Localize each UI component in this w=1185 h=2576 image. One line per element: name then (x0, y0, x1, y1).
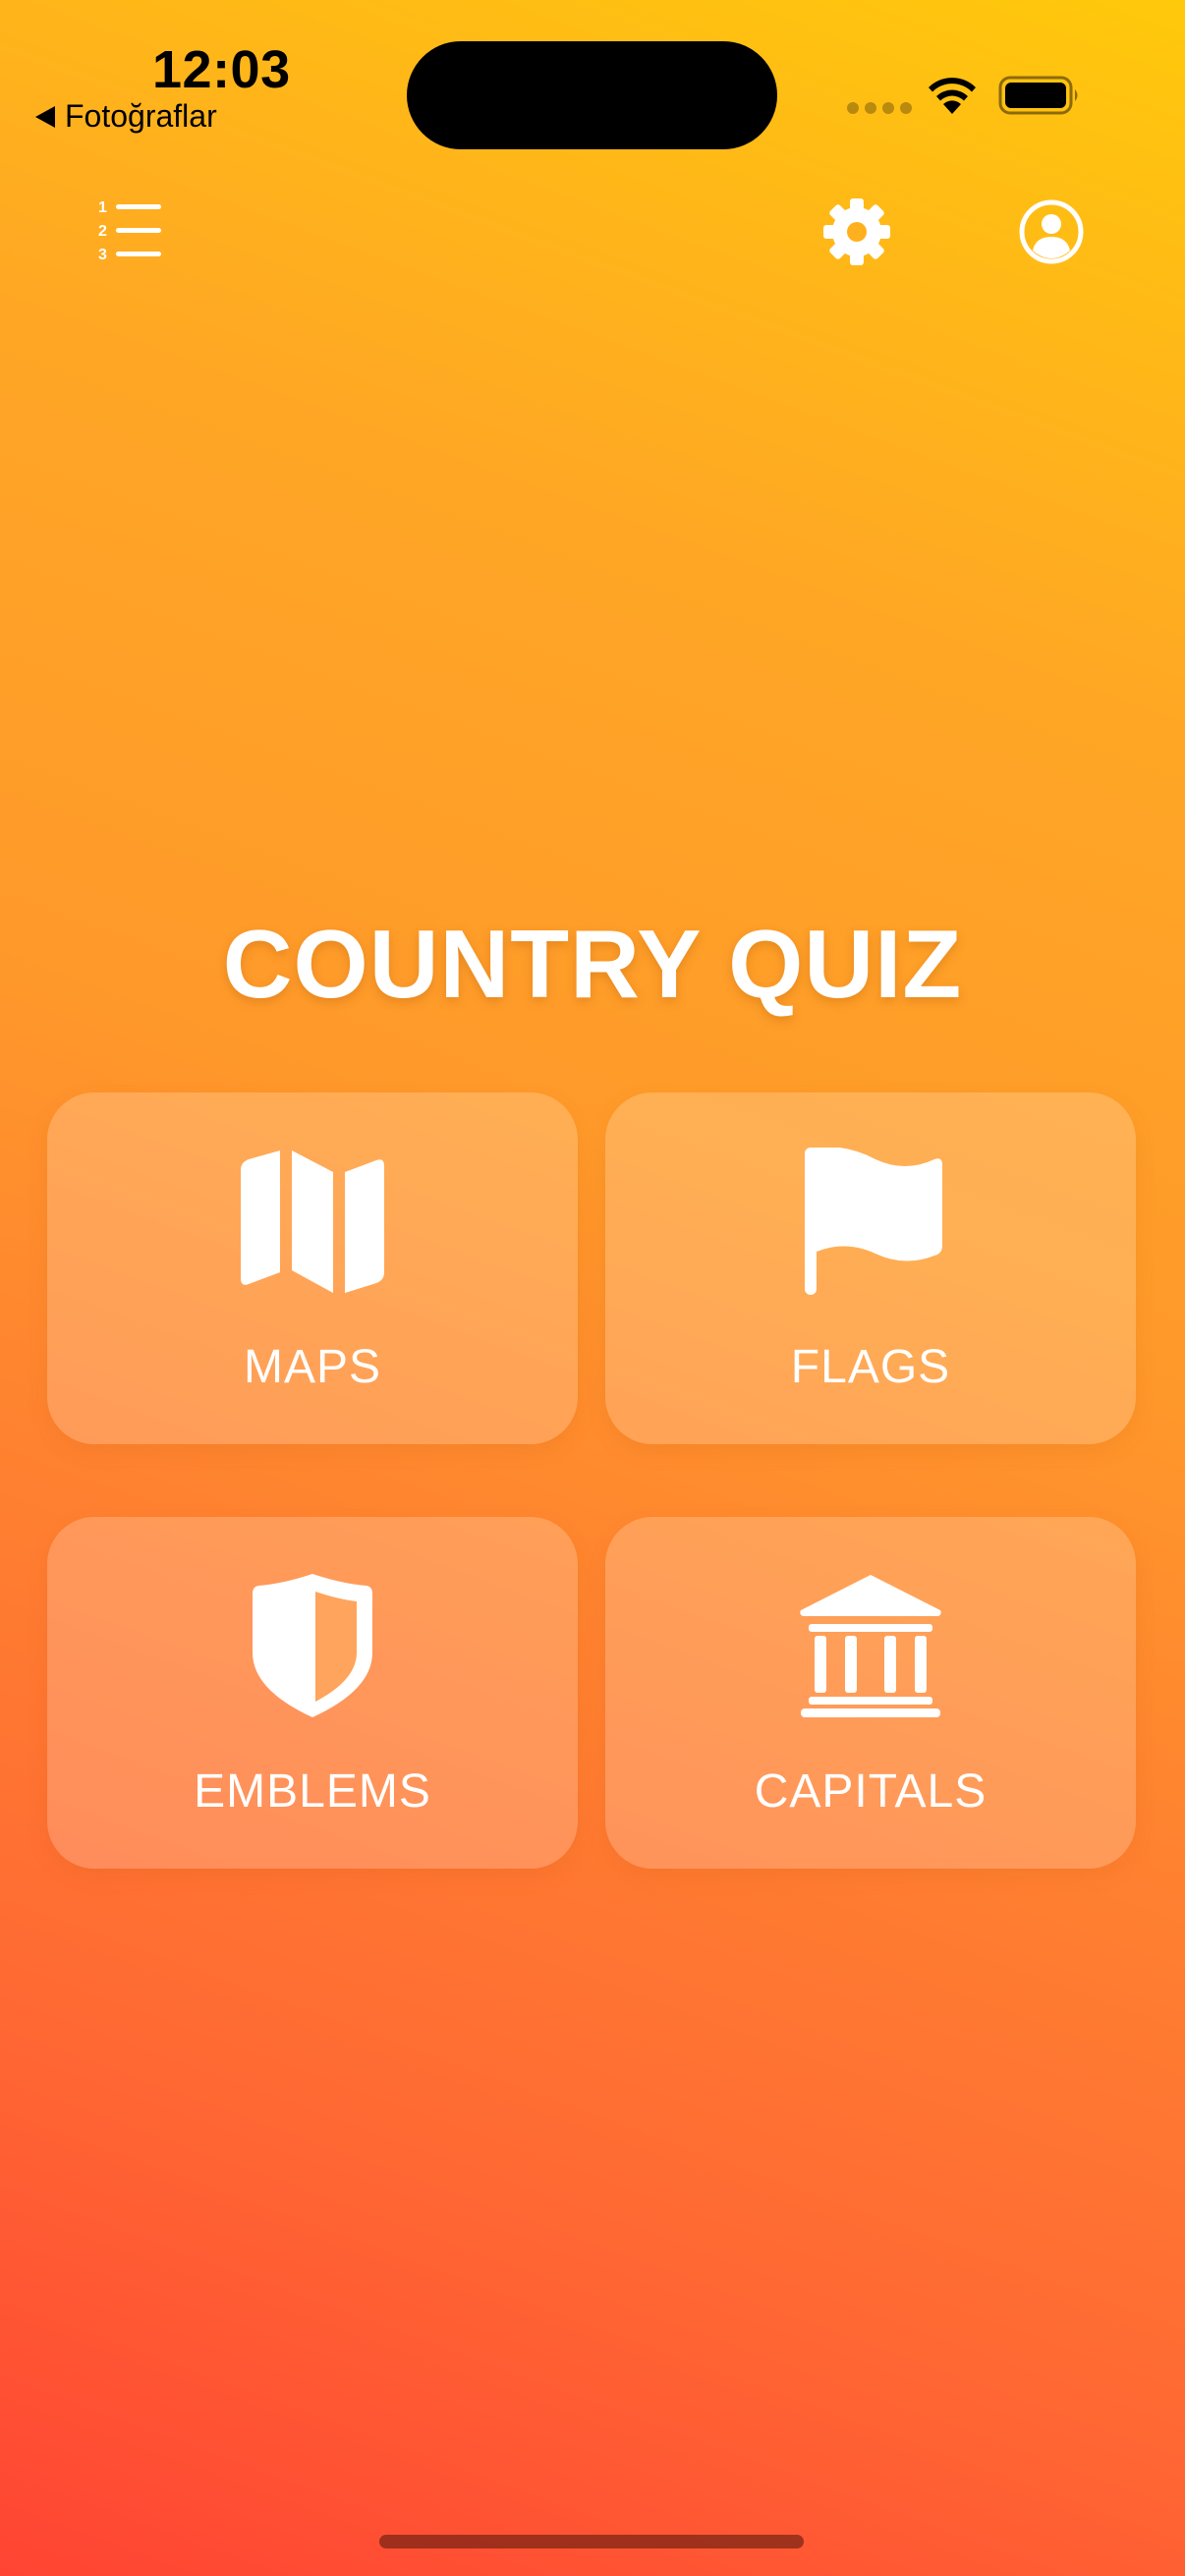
shield-icon (234, 1572, 391, 1719)
dynamic-island (407, 41, 777, 149)
capitals-category-card[interactable]: CAPITALS (605, 1517, 1136, 1869)
home-indicator[interactable] (379, 2535, 804, 2548)
leaderboard-button[interactable]: 1 2 3 (94, 193, 173, 271)
battery-icon (998, 76, 1078, 115)
flags-category-card[interactable]: FLAGS (605, 1092, 1136, 1444)
settings-button[interactable] (818, 193, 896, 271)
back-link-label: Fotoğraflar (65, 98, 217, 134)
wifi-icon (929, 78, 976, 114)
maps-category-card[interactable]: MAPS (47, 1092, 578, 1444)
svg-text:2: 2 (98, 223, 107, 240)
svg-text:1: 1 (98, 199, 107, 216)
app-title: COUNTRY QUIZ (222, 910, 963, 1018)
emblems-label: EMBLEMS (194, 1765, 431, 1818)
back-to-photos-link[interactable]: Fotoğraflar (35, 98, 217, 135)
svg-text:3: 3 (98, 247, 107, 263)
numbered-list-icon: 1 2 3 (98, 199, 161, 263)
profile-button[interactable] (1012, 193, 1091, 271)
flags-label: FLAGS (790, 1341, 951, 1393)
building-columns-icon (792, 1572, 949, 1719)
gear-icon (823, 198, 890, 265)
status-time: 12:03 (152, 40, 291, 99)
maps-label: MAPS (243, 1341, 382, 1393)
cellular-signal-icon (847, 102, 912, 114)
back-arrow-icon (35, 105, 55, 128)
capitals-label: CAPITALS (754, 1765, 988, 1818)
map-icon (234, 1148, 391, 1295)
flag-icon (792, 1148, 949, 1295)
emblems-category-card[interactable]: EMBLEMS (47, 1517, 578, 1869)
person-circle-icon (1019, 199, 1084, 264)
